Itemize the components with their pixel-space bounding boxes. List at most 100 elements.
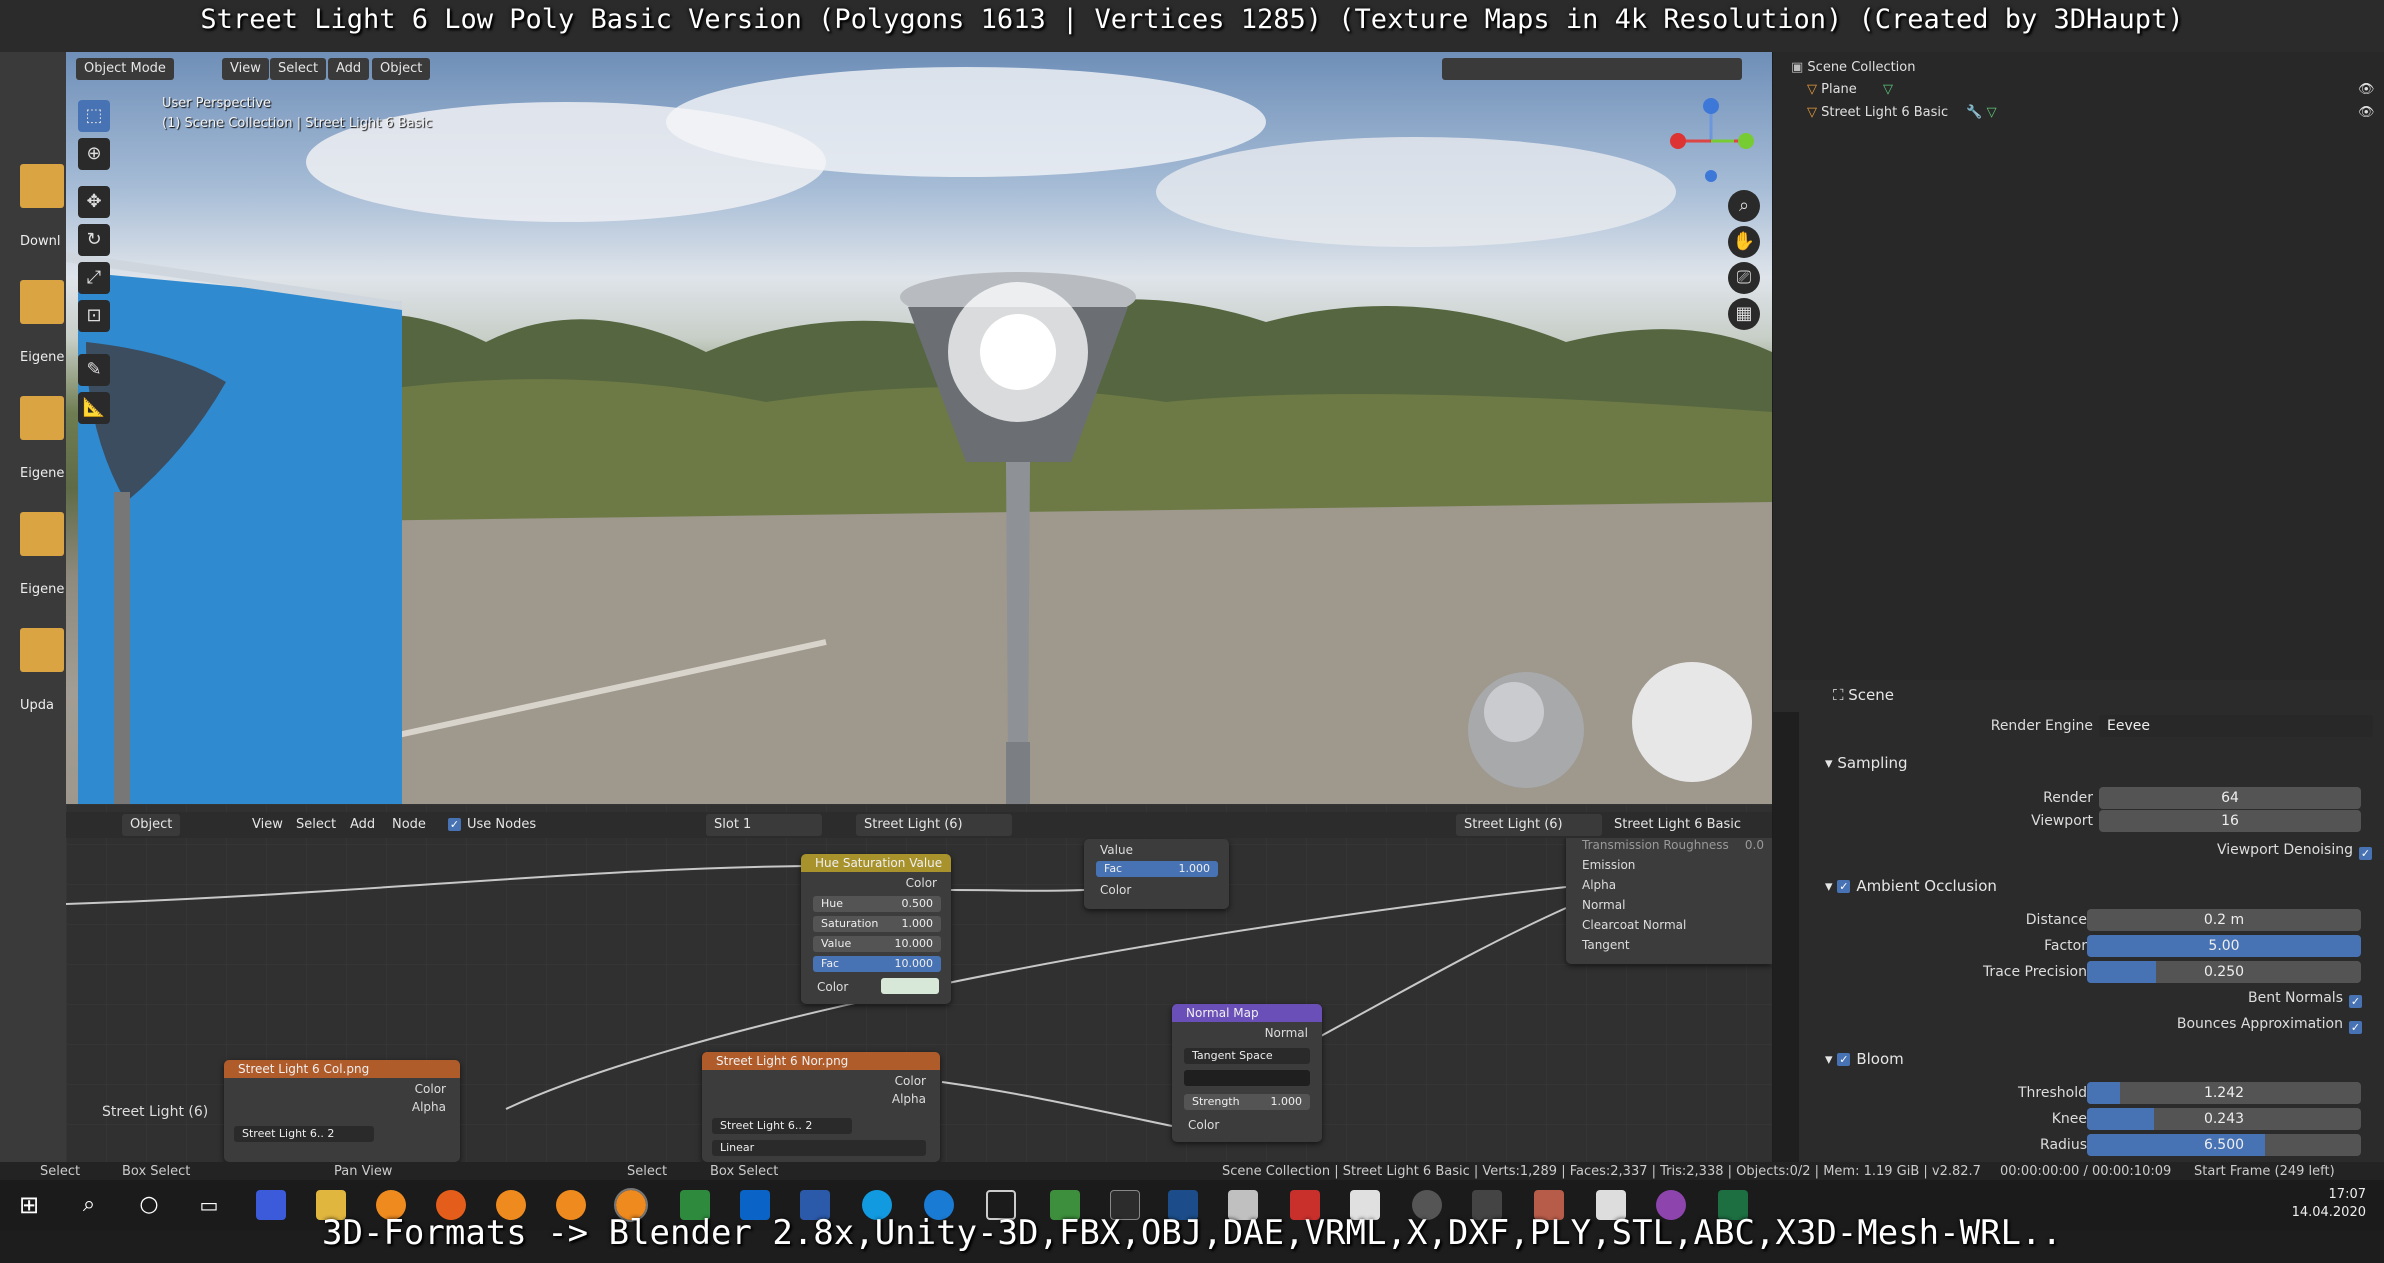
3d-viewport[interactable]: Object Mode View Select Add Object User … bbox=[66, 52, 1772, 804]
mix-node[interactable]: Value Fac 1.000 Color bbox=[1084, 839, 1229, 909]
outliner-scene-collection[interactable]: ▣ Scene Collection bbox=[1791, 60, 1916, 75]
viewport-denoising-checkbox[interactable]: ✓ bbox=[2359, 843, 2378, 862]
outliner-item-street-light[interactable]: ▽ Street Light 6 Basic 🔧 ▽ bbox=[1807, 105, 1997, 120]
normal-map-title: Normal Map bbox=[1172, 1004, 1322, 1022]
select-box-tool-icon[interactable]: ⬚ bbox=[78, 100, 110, 132]
bloom-enabled-checkbox[interactable]: ✓ bbox=[1837, 1053, 1851, 1066]
context-label: Scene bbox=[1848, 686, 1895, 704]
node-menu-add[interactable]: Add bbox=[342, 814, 383, 836]
node-menu-select[interactable]: Select bbox=[288, 814, 344, 836]
annotate-tool-icon[interactable]: ✎ bbox=[78, 354, 110, 386]
navigation-gizmo[interactable] bbox=[1666, 96, 1756, 186]
use-nodes-toggle[interactable]: ✓ Use Nodes bbox=[440, 814, 544, 836]
viewport-samples-field[interactable]: 16 bbox=[2099, 810, 2361, 832]
transform-tool-icon[interactable]: ⊡ bbox=[78, 300, 110, 332]
folder-icon[interactable] bbox=[20, 628, 64, 672]
outliner[interactable]: ▣ Scene Collection ▽ Plane ▽ ▽ Street Li… bbox=[1773, 52, 2384, 680]
camera-icon[interactable]: ⎚ bbox=[1728, 262, 1760, 294]
bloom-radius-value: 6.500 bbox=[2203, 1137, 2245, 1153]
folder-icon[interactable] bbox=[20, 396, 64, 440]
cursor-tool-icon[interactable]: ⊕ bbox=[78, 138, 110, 170]
col-texture-node[interactable]: Street Light 6 Col.png Color Alpha Stree… bbox=[224, 1060, 460, 1162]
node-type-select[interactable]: Object bbox=[122, 814, 181, 836]
hue-label: Hue bbox=[821, 897, 844, 910]
bloom-threshold-field[interactable]: 1.242 bbox=[2087, 1082, 2361, 1104]
object-material-select[interactable]: Street Light (6) bbox=[1456, 814, 1602, 836]
node-menu-node[interactable]: Node bbox=[384, 814, 434, 836]
strength-field[interactable]: Strength 1.000 bbox=[1184, 1094, 1310, 1110]
strength-value: 1.000 bbox=[1270, 1095, 1303, 1108]
zoom-icon[interactable]: ⌕ bbox=[1728, 190, 1760, 222]
hsv-color-swatch[interactable] bbox=[881, 978, 939, 994]
render-samples-field[interactable]: 64 bbox=[2099, 787, 2361, 809]
material-select[interactable]: Street Light (6) bbox=[856, 814, 1012, 836]
bloom-knee-field[interactable]: 0.243 bbox=[2087, 1108, 2361, 1130]
folder-icon[interactable] bbox=[20, 164, 64, 208]
nor-texture-alpha: Alpha bbox=[891, 1092, 926, 1106]
ao-factor-field[interactable]: 5.00 bbox=[2087, 935, 2361, 957]
ao-distance-field[interactable]: 0.2 m bbox=[2087, 909, 2361, 931]
bloom-header[interactable]: ▾ ✓ Bloom bbox=[1825, 1050, 1904, 1068]
bloom-radius-field[interactable]: 6.500 bbox=[2087, 1134, 2361, 1156]
saturation-field[interactable]: Saturation 1.000 bbox=[813, 916, 941, 932]
object-icon: ▽ bbox=[1807, 82, 1822, 97]
mix-fac-field[interactable]: Fac 1.000 bbox=[1096, 861, 1218, 877]
visibility-eye-icon[interactable]: 👁 bbox=[2358, 105, 2375, 120]
rotate-tool-icon[interactable]: ↻ bbox=[78, 224, 110, 256]
outliner-root-label: Scene Collection bbox=[1807, 60, 1916, 75]
viewport-menu-select[interactable]: Select bbox=[270, 58, 327, 80]
mix-color-label: Color bbox=[1100, 883, 1132, 897]
space-select[interactable]: Tangent Space bbox=[1184, 1048, 1310, 1064]
mesh-data-icon: ▽ bbox=[1986, 105, 1997, 120]
nor-image-field[interactable]: Street Light 6.. 2 bbox=[712, 1118, 852, 1134]
uv-map-field[interactable] bbox=[1184, 1070, 1310, 1086]
col-image-name: Street Light 6.. bbox=[242, 1127, 324, 1140]
ao-title: Ambient Occlusion bbox=[1856, 877, 1997, 895]
checkbox-check-icon: ✓ bbox=[2349, 995, 2362, 1008]
normal-map-node[interactable]: Normal Map Normal Tangent Space Strength… bbox=[1172, 1004, 1322, 1142]
hsv-node[interactable]: Hue Saturation Value Color Hue 0.500 Satu… bbox=[801, 854, 951, 1004]
ao-distance-value: 0.2 m bbox=[2203, 912, 2245, 928]
status-box-select-2: Box Select bbox=[710, 1164, 779, 1179]
mode-select[interactable]: Object Mode bbox=[76, 58, 174, 80]
bent-normals-checkbox[interactable]: ✓ bbox=[2349, 991, 2368, 1010]
ao-enabled-checkbox[interactable]: ✓ bbox=[1837, 880, 1851, 893]
folder-icon[interactable] bbox=[20, 280, 64, 324]
slot-select[interactable]: Slot 1 bbox=[706, 814, 822, 836]
interpolation-select[interactable]: Linear bbox=[712, 1140, 926, 1156]
viewport-menu-object[interactable]: Object bbox=[372, 58, 431, 80]
render-engine-select[interactable]: Eevee bbox=[2099, 715, 2373, 737]
grid-icon[interactable]: ▦ bbox=[1728, 298, 1760, 330]
saturation-label: Saturation bbox=[821, 917, 879, 930]
bounces-checkbox[interactable]: ✓ bbox=[2349, 1017, 2368, 1036]
sampling-header[interactable]: ▾ Sampling bbox=[1825, 754, 1908, 772]
bsdf-node[interactable]: Transmission Roughness 0.0 Emission Alph… bbox=[1566, 834, 1772, 964]
fac-field[interactable]: Fac 10.000 bbox=[813, 956, 941, 972]
ao-header[interactable]: ▾ ✓ Ambient Occlusion bbox=[1825, 877, 1997, 895]
measure-tool-icon[interactable]: 📐 bbox=[78, 392, 110, 424]
nor-texture-node[interactable]: Street Light 6 Nor.png Color Alpha Stree… bbox=[702, 1052, 940, 1162]
hue-value: 0.500 bbox=[901, 897, 934, 910]
folder-icon[interactable] bbox=[20, 512, 64, 556]
visibility-eye-icon[interactable]: 👁 bbox=[2358, 82, 2375, 97]
properties-tabs[interactable] bbox=[1773, 712, 1799, 1162]
move-tool-icon[interactable]: ✥ bbox=[78, 186, 110, 218]
viewport-perspective-label: User Perspective bbox=[162, 96, 272, 111]
scene-icon: ⛶ bbox=[1833, 686, 1849, 704]
viewport-denoising-label: Viewport Denoising bbox=[2216, 842, 2353, 858]
node-menu-view[interactable]: View bbox=[244, 814, 291, 836]
scale-tool-icon[interactable]: ⤢ bbox=[78, 262, 110, 294]
hsv-out-color: Color bbox=[905, 876, 937, 890]
node-editor[interactable]: Street Light (6) Hue Saturation Value Co… bbox=[66, 804, 1772, 1162]
shading-buttons[interactable] bbox=[1442, 58, 1742, 80]
node-editor-header: Object View Select Add Node ✓ Use Nodes S… bbox=[66, 812, 1772, 838]
ao-trace-field[interactable]: 0.250 bbox=[2087, 961, 2361, 983]
viewport-menu-view[interactable]: View bbox=[222, 58, 269, 80]
value-field[interactable]: Value 10.000 bbox=[813, 936, 941, 952]
viewport-menu-add[interactable]: Add bbox=[328, 58, 370, 80]
col-image-field[interactable]: Street Light 6.. 2 bbox=[234, 1126, 374, 1142]
hue-field[interactable]: Hue 0.500 bbox=[813, 896, 941, 912]
pan-hand-icon[interactable]: ✋ bbox=[1728, 226, 1760, 258]
bent-normals-label: Bent Normals bbox=[2248, 990, 2343, 1006]
outliner-item-plane[interactable]: ▽ Plane ▽ bbox=[1807, 82, 1893, 97]
